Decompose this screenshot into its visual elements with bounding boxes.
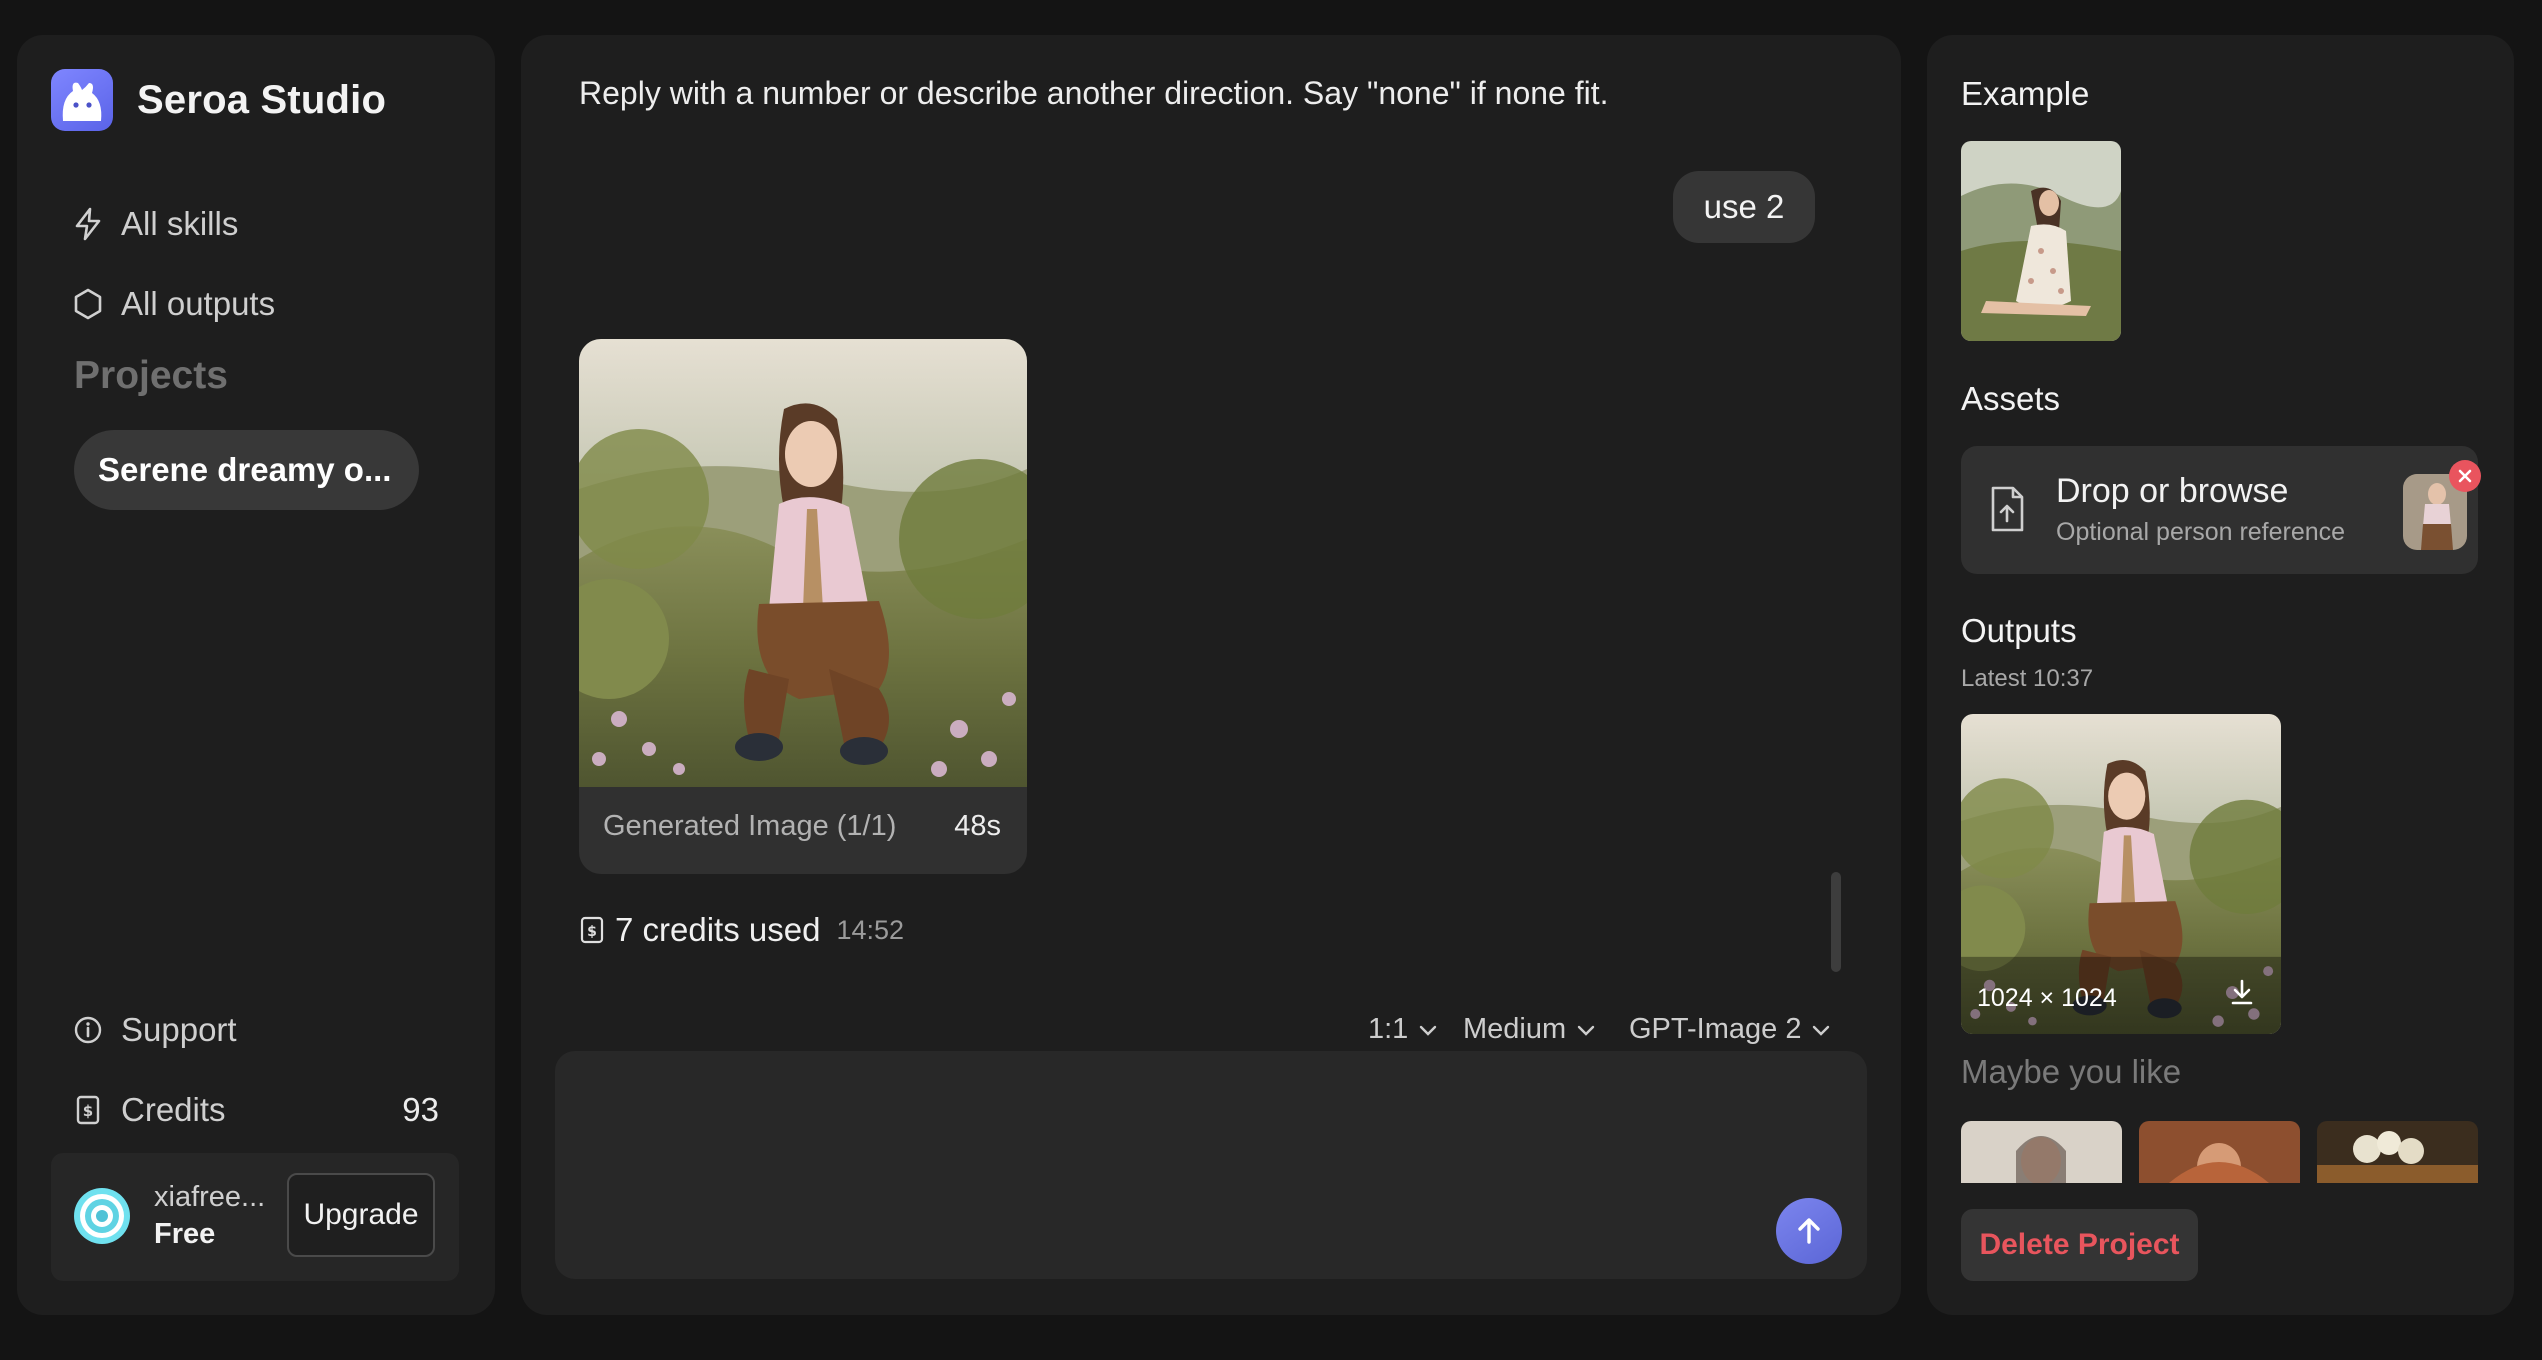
- nav-all-outputs-label: All outputs: [121, 285, 276, 322]
- brand[interactable]: Seroa Studio: [51, 69, 386, 131]
- nav-support[interactable]: Support: [73, 1011, 237, 1049]
- example-heading: Example: [1961, 75, 2090, 112]
- assets-heading: Assets: [1961, 380, 2061, 417]
- recommendation-thumbnail[interactable]: [2317, 1121, 2478, 1183]
- outputs-heading: Outputs: [1961, 612, 2077, 649]
- nav-all-skills[interactable]: All skills: [73, 205, 238, 243]
- recommendation-thumbnail[interactable]: [1961, 1121, 2122, 1183]
- projects-heading: Projects: [74, 354, 228, 397]
- nav-all-skills-label: All skills: [121, 205, 239, 242]
- chat-panel: Reply with a number or describe another …: [521, 35, 1901, 1315]
- output-thumbnail[interactable]: 1024 × 1024: [1961, 714, 2281, 1034]
- account-plan: Free: [154, 1218, 216, 1250]
- quality-value: Medium: [1463, 1013, 1567, 1045]
- aspect-ratio-select[interactable]: 1:1: [1368, 1013, 1438, 1046]
- credits-used-time: 14:52: [836, 914, 905, 945]
- chevron-down-icon: [1577, 1025, 1595, 1036]
- model-select[interactable]: GPT-Image 2: [1629, 1013, 1831, 1046]
- receipt-icon: $: [580, 916, 604, 944]
- chat-scrollbar[interactable]: [1831, 872, 1841, 972]
- chevron-down-icon: [1813, 1025, 1830, 1036]
- recommendation-thumbnail[interactable]: [2139, 1121, 2300, 1183]
- svg-text:$: $: [587, 924, 597, 940]
- nav-credits-label: Credits: [121, 1091, 226, 1128]
- sidebar: Seroa Studio All skills All outputs Proj…: [17, 35, 495, 1315]
- upgrade-button[interactable]: Upgrade: [287, 1173, 435, 1257]
- close-icon: [2458, 469, 2472, 483]
- hexagon-icon: [74, 288, 102, 320]
- nav-credits[interactable]: $ Credits 93: [73, 1091, 483, 1129]
- composer: [555, 1051, 1867, 1279]
- credits-used-text: 7 credits used: [615, 911, 821, 948]
- aspect-ratio-value: 1:1: [1368, 1013, 1409, 1045]
- assistant-message: Reply with a number or describe another …: [579, 75, 1609, 111]
- svg-text:$: $: [83, 1102, 93, 1120]
- project-side-panel: Example Assets Drop or browse Optional p…: [1927, 35, 2514, 1315]
- brand-name: Seroa Studio: [137, 77, 387, 122]
- generated-image[interactable]: [579, 339, 1027, 787]
- download-icon[interactable]: [2226, 976, 2258, 1008]
- delete-project-button[interactable]: Delete Project: [1961, 1209, 2198, 1281]
- model-value: GPT-Image 2: [1629, 1013, 1802, 1045]
- avatar[interactable]: [73, 1187, 131, 1245]
- generation-duration: 48s: [954, 810, 1001, 842]
- drop-title: Drop or browse: [2056, 472, 2289, 510]
- nav-support-label: Support: [121, 1011, 237, 1048]
- project-item-active[interactable]: Serene dreamy o...: [74, 430, 419, 510]
- credits-used-row: $ 7 credits used 14:52: [579, 911, 904, 949]
- credits-count: 93: [402, 1091, 439, 1128]
- drop-subtitle: Optional person reference: [2056, 518, 2346, 546]
- nav-all-outputs[interactable]: All outputs: [73, 285, 275, 323]
- remove-asset-button[interactable]: [2449, 460, 2481, 492]
- receipt-icon: $: [76, 1095, 100, 1125]
- asset-drop-zone[interactable]: Drop or browse Optional person reference: [1961, 446, 2481, 574]
- prompt-input[interactable]: [585, 1077, 1735, 1227]
- example-thumbnail[interactable]: [1961, 141, 2121, 341]
- output-dimensions: 1024 × 1024: [1977, 984, 2117, 1012]
- quality-select[interactable]: Medium: [1463, 1013, 1596, 1046]
- info-icon: [74, 1016, 102, 1044]
- example-image: [1961, 141, 2121, 341]
- outputs-latest-time: Latest 10:37: [1961, 665, 2094, 692]
- account-card: xiafree... Free Upgrade: [51, 1153, 459, 1281]
- generated-image-label: Generated Image (1/1): [603, 810, 897, 842]
- user-message-bubble: use 2: [1673, 171, 1815, 243]
- arrow-up-icon: [1798, 1218, 1820, 1244]
- generated-image-card[interactable]: Generated Image (1/1) 48s: [579, 339, 1027, 874]
- chevron-down-icon: [1420, 1025, 1437, 1036]
- brand-logo-icon: [51, 69, 113, 131]
- send-button[interactable]: [1776, 1198, 1842, 1264]
- file-upload-icon: [1991, 486, 2024, 532]
- maybe-you-like-heading: Maybe you like: [1961, 1053, 2182, 1090]
- lightning-icon: [75, 207, 101, 241]
- account-name: xiafree...: [154, 1181, 266, 1213]
